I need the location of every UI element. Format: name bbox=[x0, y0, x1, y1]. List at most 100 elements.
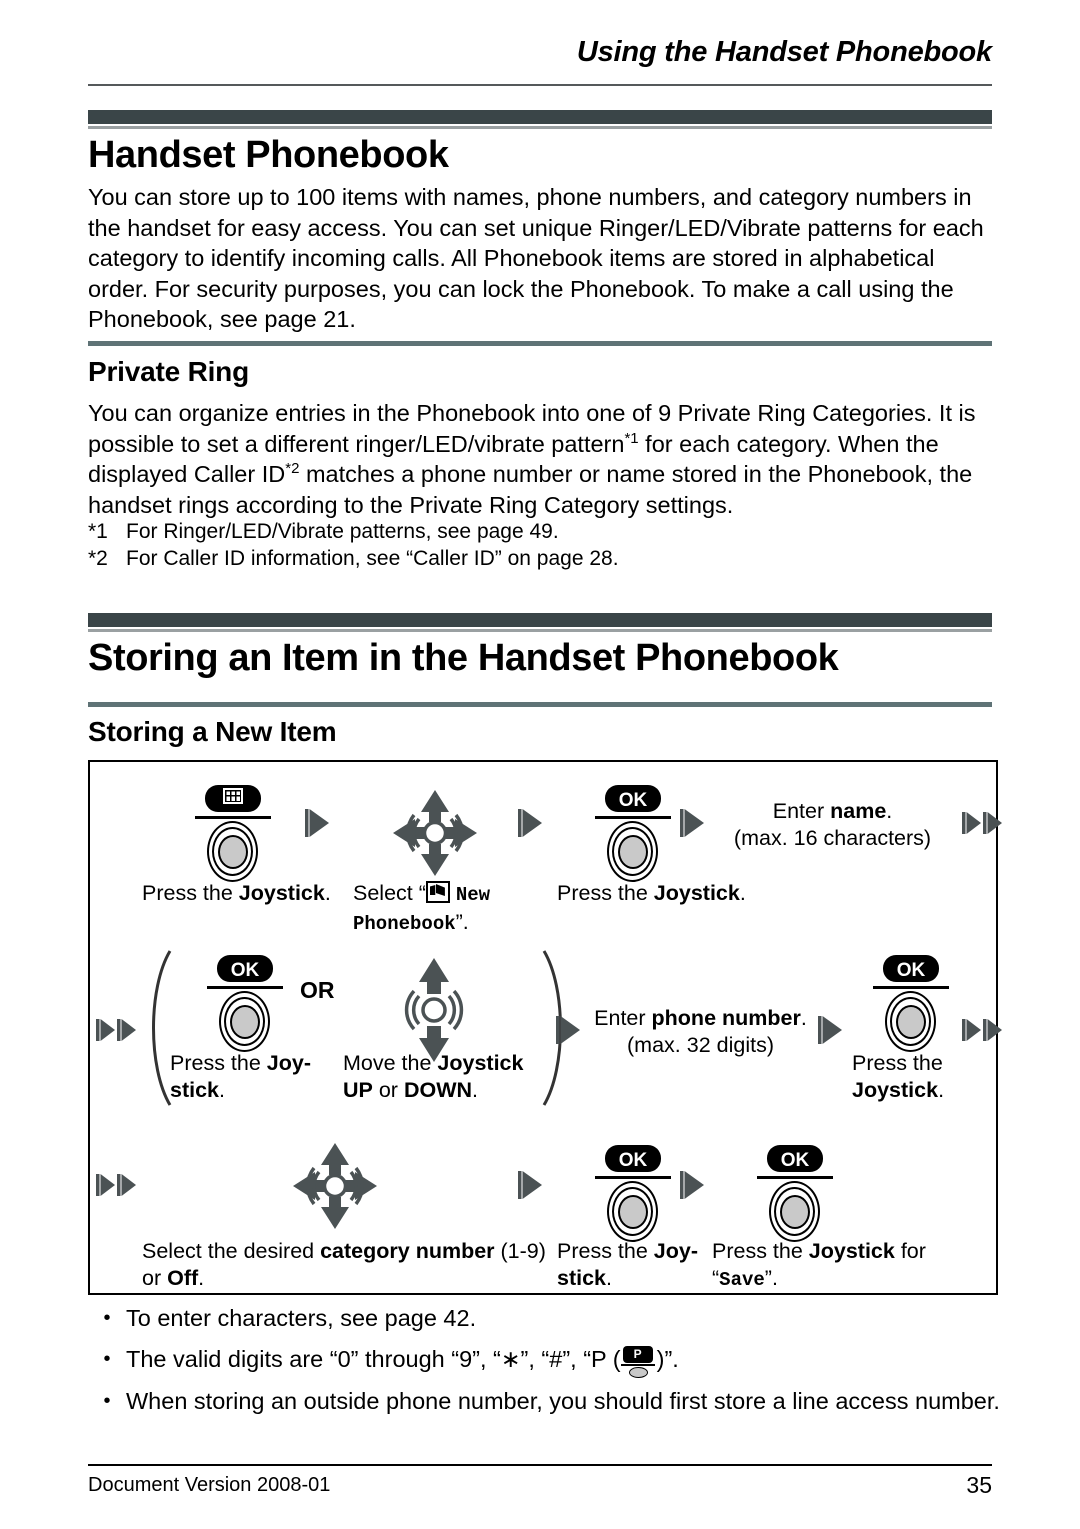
arrow-separator-icon bbox=[305, 808, 331, 838]
caption-text: Select “ bbox=[353, 881, 426, 905]
bullet-icon: • bbox=[103, 1390, 111, 1412]
r1-step1-key-graphic bbox=[178, 785, 288, 883]
r3-step2-key-graphic: OK bbox=[578, 1145, 688, 1243]
r2-step3-line1: Enter phone number. bbox=[578, 1005, 823, 1032]
caption-text: Press the bbox=[142, 881, 239, 905]
running-head-rule bbox=[88, 84, 992, 86]
footer-page-number: 35 bbox=[966, 1472, 992, 1498]
key-underline bbox=[207, 986, 283, 989]
continue-arrow-icon bbox=[962, 808, 1006, 838]
caption-bold: Joystick bbox=[238, 881, 325, 905]
r2-step4-key-graphic: OK bbox=[856, 955, 966, 1053]
continue-arrow-icon bbox=[96, 1015, 140, 1045]
footer-rule bbox=[88, 1464, 992, 1466]
note-item: • The valid digits are “0” through “9”, … bbox=[88, 1344, 1000, 1378]
key-underline bbox=[873, 986, 949, 989]
page-title-handset-phonebook: Handset Phonebook bbox=[88, 134, 449, 176]
caption-post: . bbox=[886, 799, 893, 823]
r3-step3-caption: Press the Joystick for “Save”. bbox=[712, 1238, 962, 1294]
footnote-1-text: For Ringer/LED/Vibrate patterns, see pag… bbox=[126, 520, 559, 543]
joystick-button-icon bbox=[219, 991, 271, 1053]
key-underline bbox=[195, 816, 271, 819]
private-ring-rule bbox=[88, 341, 992, 346]
menu-key-icon bbox=[205, 785, 261, 812]
chapter-bar-2-underline bbox=[88, 629, 992, 632]
key-underline bbox=[757, 1176, 833, 1179]
caption-post: . bbox=[472, 1078, 479, 1102]
caption-line2-post: ”. bbox=[764, 1266, 778, 1290]
page-title-storing-item: Storing an Item in the Handset Phonebook bbox=[88, 637, 839, 679]
caption-bold: Joy- bbox=[653, 1239, 699, 1263]
caption-text: Enter bbox=[594, 1006, 652, 1030]
intro-paragraph: You can store up to 100 items with names… bbox=[88, 184, 984, 332]
pr-footnote-ref-2: *2 bbox=[285, 460, 300, 478]
r2-step2-caption: Move the Joystick UP or DOWN. bbox=[343, 1050, 543, 1104]
caption-bold: phone number bbox=[651, 1006, 801, 1030]
caption-line2-post: . bbox=[198, 1266, 205, 1290]
chapter-bar-1 bbox=[88, 110, 992, 124]
footnote-2-marker: *2 bbox=[88, 547, 108, 570]
r1-step4-line1: Enter name. bbox=[710, 798, 955, 825]
r2-step1-key-graphic: OK bbox=[190, 955, 300, 1053]
key-underline bbox=[595, 1176, 671, 1179]
caption-bold2: stick bbox=[557, 1266, 607, 1290]
note-item: • To enter characters, see page 42. bbox=[88, 1303, 1000, 1333]
r2-step3-instruction: Enter phone number. (max. 32 digits) bbox=[578, 1005, 823, 1059]
caption-text: Press the bbox=[712, 1239, 809, 1263]
note-item: • When storing an outside phone number, … bbox=[88, 1386, 1000, 1416]
document-page: Using the Handset Phonebook Handset Phon… bbox=[0, 0, 1080, 1529]
caption-post: ”. bbox=[455, 910, 469, 934]
caption-post: . bbox=[739, 881, 746, 905]
caption-bold: Joystick bbox=[437, 1051, 524, 1075]
caption-line2-mono: Save bbox=[719, 1269, 765, 1291]
footnote-1-marker: *1 bbox=[88, 520, 108, 543]
caption-bold: category number bbox=[320, 1239, 495, 1263]
bullet-icon: • bbox=[103, 1348, 111, 1370]
ok-key-icon: OK bbox=[217, 955, 273, 982]
r2-step3-line2: (max. 32 digits) bbox=[627, 1033, 774, 1057]
continue-arrow-icon bbox=[962, 1015, 1006, 1045]
r1-step4-line2: (max. 16 characters) bbox=[733, 826, 932, 850]
bullet-icon: • bbox=[103, 1307, 111, 1329]
caption-post: . bbox=[219, 1078, 225, 1102]
caption-post: . bbox=[938, 1078, 945, 1102]
ok-key-icon: OK bbox=[767, 1145, 823, 1172]
caption-bold2: UP bbox=[343, 1078, 373, 1102]
caption-text: Enter bbox=[772, 799, 831, 823]
caption-post: (1-9) bbox=[494, 1239, 546, 1263]
joystick-button-icon bbox=[769, 1181, 821, 1243]
joystick-button-icon bbox=[607, 821, 659, 883]
caption-bold3: DOWN bbox=[403, 1078, 473, 1102]
caption-text: Press the bbox=[852, 1051, 943, 1075]
r3-step3-key-graphic: OK bbox=[740, 1145, 850, 1243]
arrow-separator-icon bbox=[680, 808, 706, 838]
r3-step1-caption: Select the desired category number (1-9)… bbox=[142, 1238, 552, 1292]
caption-text: Press the bbox=[170, 1051, 267, 1075]
note-text-pre: The valid digits are “0” through “9”, “∗… bbox=[126, 1346, 621, 1372]
storing-new-item-rule bbox=[88, 702, 992, 707]
note-text: When storing an outside phone number, yo… bbox=[126, 1388, 1000, 1414]
key-underline bbox=[595, 816, 671, 819]
caption-text: Move the bbox=[343, 1051, 438, 1075]
caption-bold: Joystick bbox=[808, 1239, 895, 1263]
r3-step2-caption: Press the Joy-stick. bbox=[557, 1238, 717, 1292]
arrow-separator-icon bbox=[818, 1015, 844, 1045]
note-text: To enter characters, see page 42. bbox=[126, 1305, 477, 1331]
caption-line2-bold: Off bbox=[167, 1266, 199, 1290]
ok-key-icon: OK bbox=[605, 785, 661, 812]
note-text-post: )”. bbox=[656, 1346, 679, 1372]
note-text: The valid digits are “0” through “9”, “∗… bbox=[126, 1344, 1000, 1378]
running-head: Using the Handset Phonebook bbox=[576, 36, 992, 68]
caption-post: . bbox=[324, 881, 331, 905]
phonebook-glyph-icon bbox=[425, 881, 450, 903]
r2-step1-caption: Press the Joy-stick. bbox=[170, 1050, 345, 1104]
r2-step4-caption: Press the Joystick. bbox=[852, 1050, 1012, 1104]
continue-arrow-icon bbox=[96, 1170, 140, 1200]
caption-bold: Joy- bbox=[266, 1051, 312, 1075]
joystick-button-icon bbox=[885, 991, 937, 1053]
caption-bold: Joystick bbox=[852, 1078, 939, 1102]
heading-private-ring: Private Ring bbox=[88, 356, 249, 387]
r1-step2-caption: Select “ New Phonebook”. bbox=[353, 880, 543, 938]
footnote-1: *1 For Ringer/LED/Vibrate patterns, see p… bbox=[88, 518, 1000, 545]
caption-text: Select the desired bbox=[142, 1239, 321, 1263]
